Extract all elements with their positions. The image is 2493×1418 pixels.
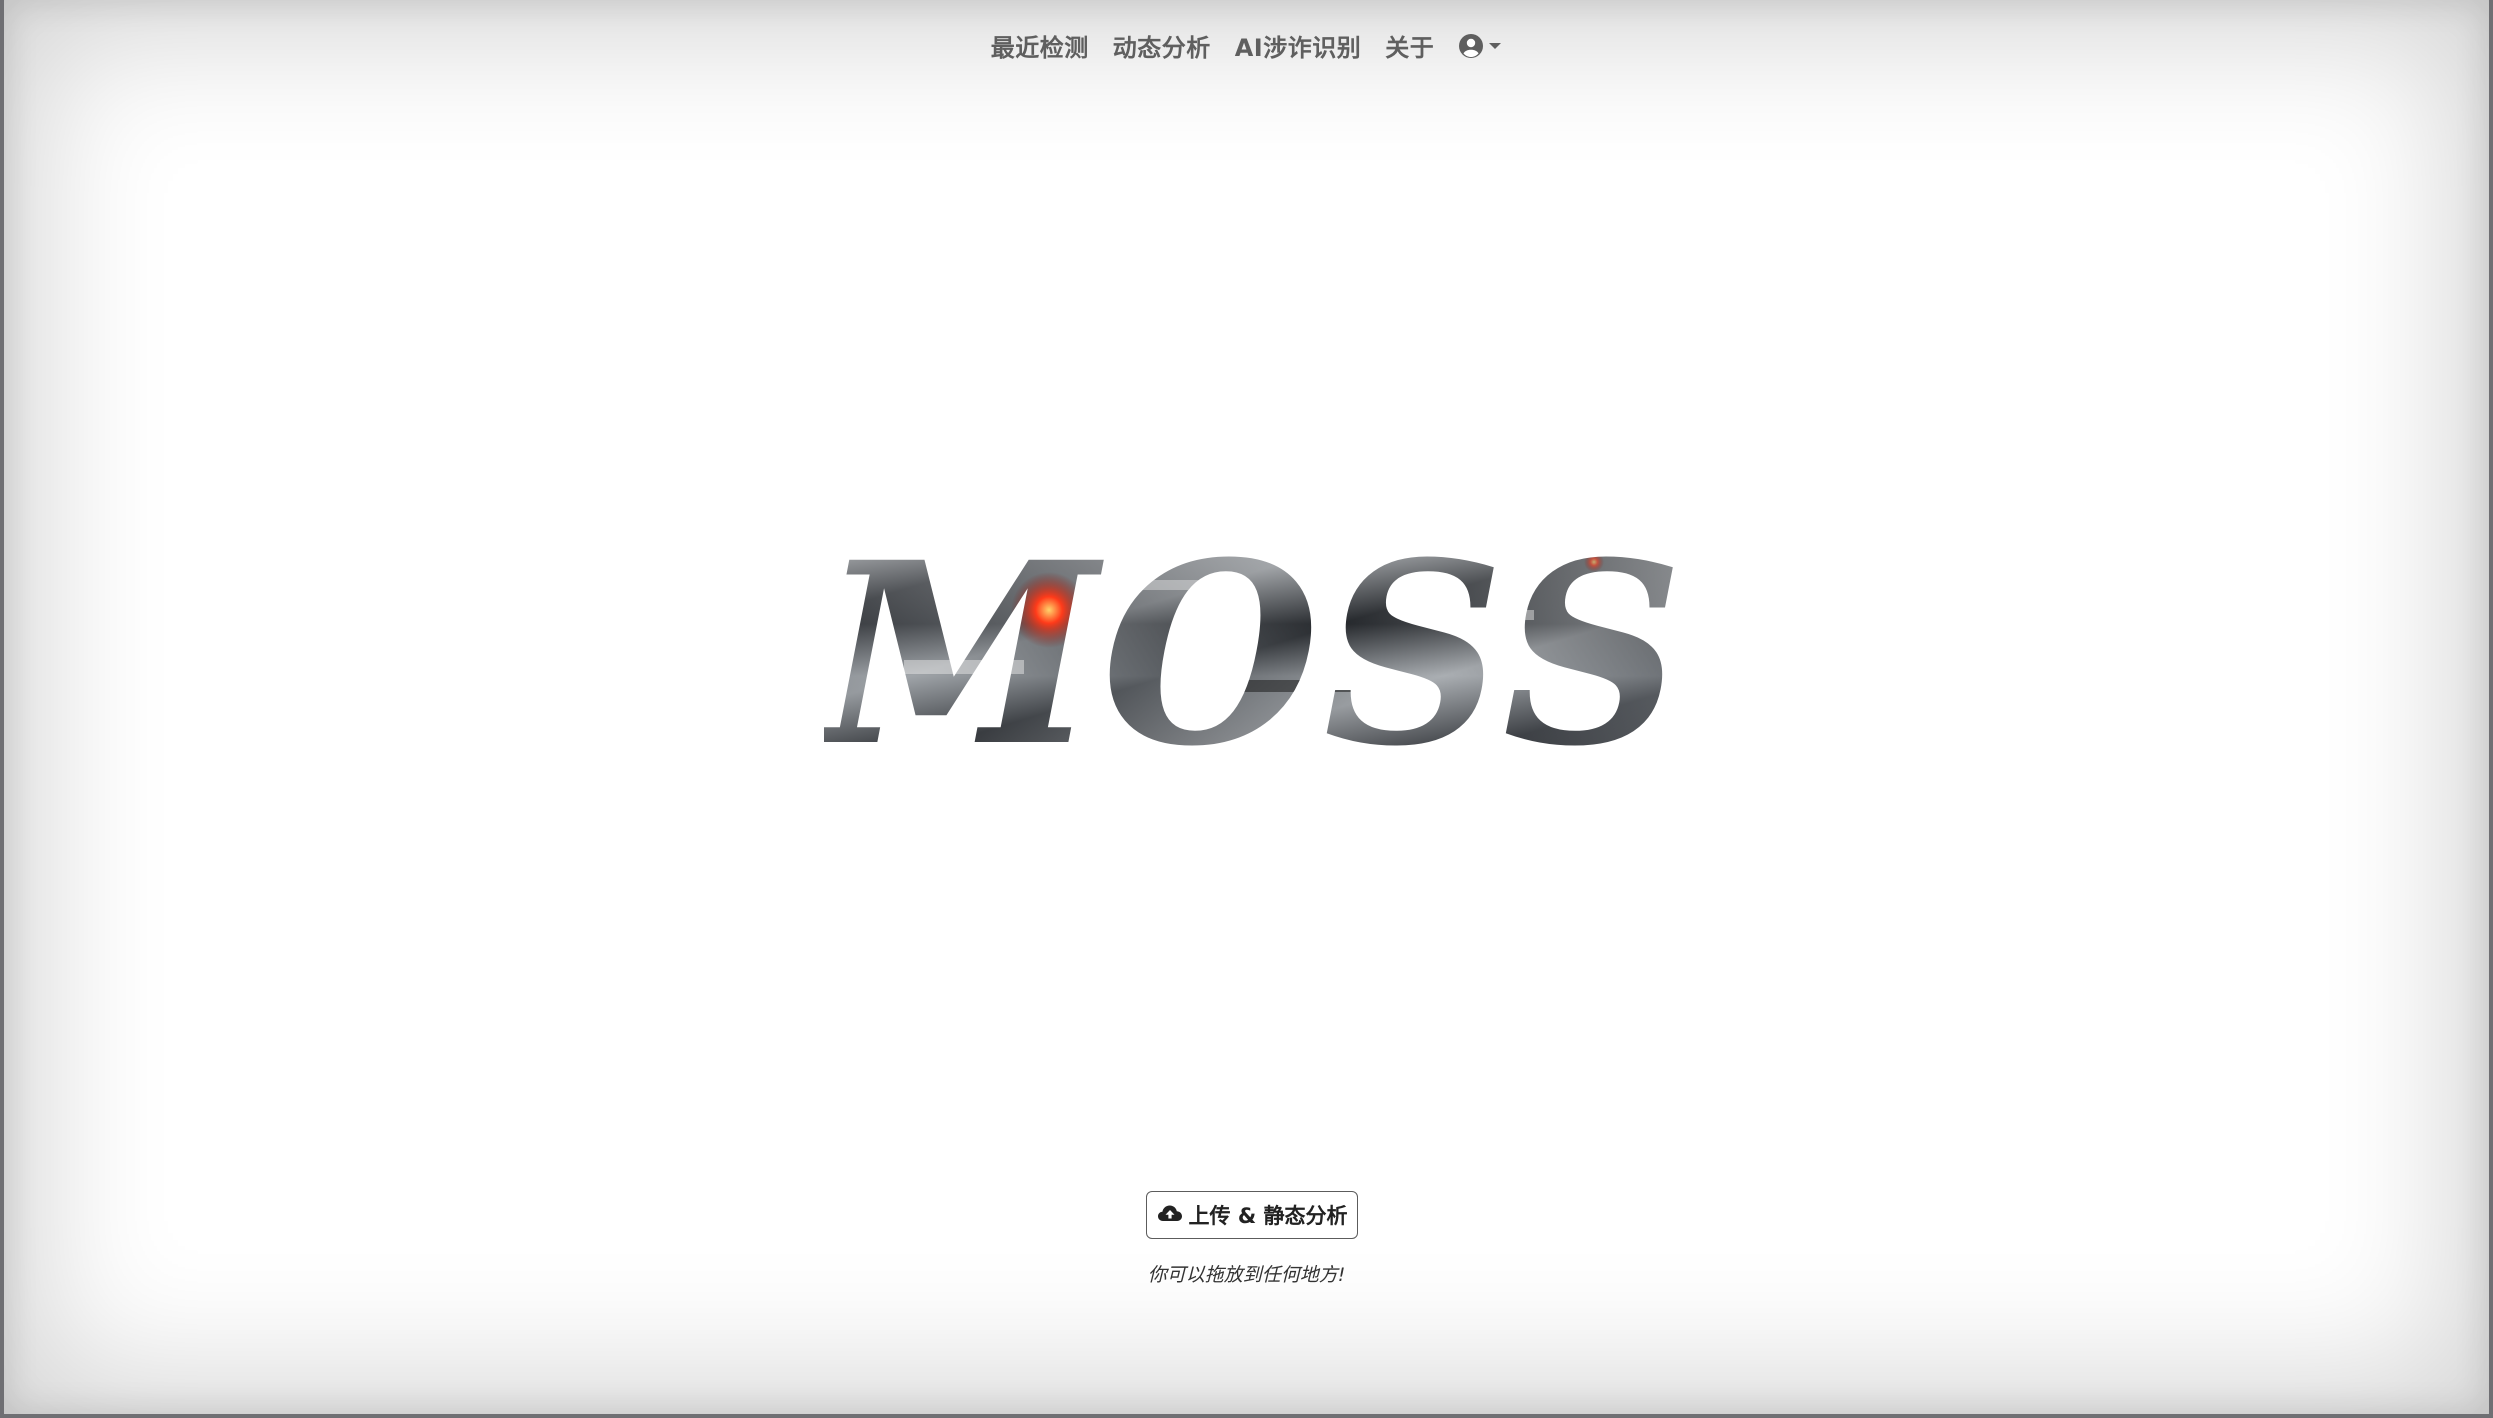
cloud-upload-icon	[1157, 1203, 1183, 1227]
upload-button-label: 上传 & 静态分析	[1188, 1204, 1348, 1228]
nav-about[interactable]: 关于	[1385, 26, 1434, 65]
moss-logo-text: MOSS	[824, 520, 1684, 780]
upload-static-analysis-button[interactable]: 上传 & 静态分析	[1146, 1191, 1358, 1239]
moss-logo: MOSS	[824, 520, 1684, 780]
user-circle-icon	[1458, 33, 1484, 59]
user-menu-dropdown[interactable]	[1458, 33, 1502, 59]
nav-recent-detections[interactable]: 最近检测	[991, 26, 1089, 65]
app-viewport: 最近检测 动态分析 AI涉诈识别 关于 MOSS 上传 & 静态分析 你可以拖放…	[4, 0, 2489, 1414]
nav-dynamic-analysis[interactable]: 动态分析	[1113, 26, 1211, 65]
caret-down-icon	[1488, 41, 1502, 51]
nav-ai-fraud-detection[interactable]: AI涉诈识别	[1235, 26, 1362, 65]
top-navigation: 最近检测 动态分析 AI涉诈识别 关于	[4, 26, 2489, 65]
drag-drop-hint: 你可以拖放到任何地方!	[1147, 1264, 1346, 1286]
